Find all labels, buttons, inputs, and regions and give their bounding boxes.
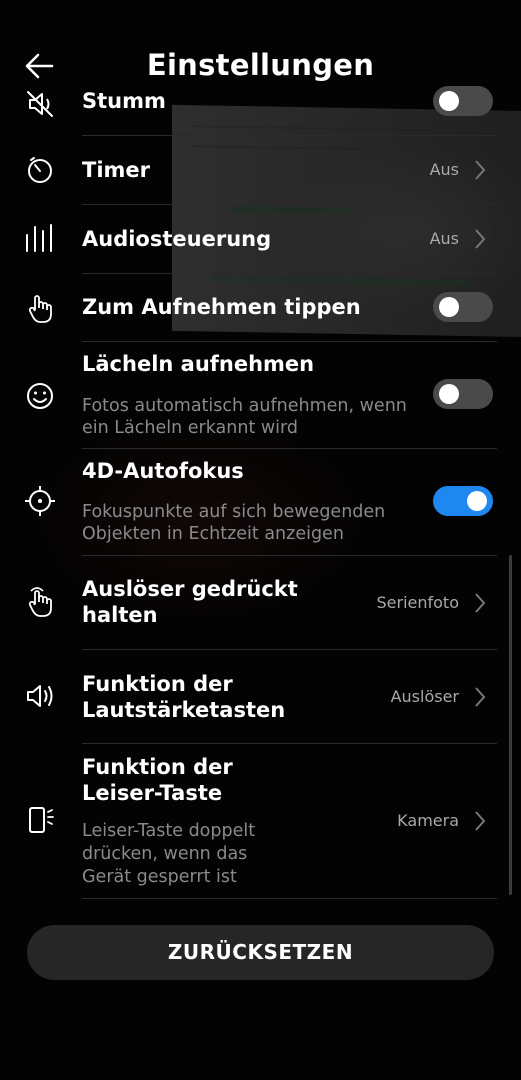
setting-description-line: ein Lächeln erkannt wird	[82, 418, 299, 438]
chevron-right-icon	[475, 687, 486, 707]
toggle-knob	[439, 91, 459, 111]
audio-bars-icon	[26, 224, 52, 252]
setting-label-line: Funktion der	[82, 755, 233, 779]
timer-icon	[28, 157, 52, 183]
setting-label-line: Funktion der	[82, 672, 233, 696]
setting-label: Zum Aufnehmen tippen	[82, 295, 361, 319]
page-title: Einstellungen	[146, 48, 375, 82]
chevron-right-icon	[475, 811, 486, 831]
setting-value: Aus	[429, 160, 459, 179]
setting-row-stumm[interactable]: Stumm	[0, 84, 521, 136]
setting-row-hold-shutter[interactable]: Auslöser gedrückt halten Serienfoto	[0, 556, 521, 649]
stumm-toggle[interactable]	[433, 86, 493, 116]
divider	[82, 898, 497, 899]
setting-row-4d-autofocus[interactable]: 4D-Autofokus Fokuspunkte auf sich bewege…	[0, 449, 521, 555]
setting-label-line: Leiser-Taste	[82, 781, 223, 805]
setting-row-volume-keys[interactable]: Funktion der Lautstärketasten Auslöser	[0, 650, 521, 743]
mute-icon	[27, 91, 53, 117]
toggle-knob	[439, 297, 459, 317]
setting-description-line: Fokuspunkte auf sich bewegenden	[82, 502, 386, 522]
chevron-right-icon	[475, 229, 486, 249]
setting-row-quieter-key[interactable]: Funktion der Leiser-Taste Leiser-Taste d…	[0, 744, 521, 898]
setting-value: Serienfoto	[376, 593, 460, 612]
setting-row-smile-capture[interactable]: Lächeln aufnehmen Fotos automatisch aufn…	[0, 342, 521, 448]
setting-label: Audiosteuerung	[82, 227, 272, 251]
chevron-right-icon	[475, 160, 486, 180]
setting-value: Kamera	[397, 811, 459, 830]
setting-value: Auslöser	[390, 687, 459, 706]
tap-to-capture-toggle[interactable]	[433, 292, 493, 322]
setting-description-line: drücken, wenn das	[82, 844, 248, 864]
setting-value: Aus	[429, 229, 459, 248]
setting-description-line: Fotos automatisch aufnehmen, wenn	[82, 396, 407, 416]
setting-row-timer[interactable]: Timer Aus	[0, 136, 521, 204]
setting-row-audiosteuerung[interactable]: Audiosteuerung Aus	[0, 205, 521, 273]
scrollbar[interactable]	[509, 555, 512, 895]
phone-side-key-icon	[29, 807, 54, 833]
smile-icon	[27, 383, 53, 409]
setting-label-line: halten	[82, 603, 158, 627]
setting-description-line: Objekten in Echtzeit anzeigen	[82, 524, 344, 544]
tap-hand-icon	[28, 295, 52, 323]
chevron-right-icon	[475, 593, 486, 613]
setting-label-line: Auslöser gedrückt	[82, 577, 298, 601]
setting-label: Lächeln aufnehmen	[82, 352, 315, 376]
reset-button[interactable]: ZURÜCKSETZEN	[27, 925, 494, 980]
crosshair-icon	[25, 486, 55, 516]
setting-label: Stumm	[82, 89, 166, 113]
setting-label: 4D-Autofokus	[82, 459, 244, 483]
toggle-knob	[467, 491, 487, 511]
4d-autofocus-toggle[interactable]	[433, 486, 493, 516]
setting-row-tap-to-capture[interactable]: Zum Aufnehmen tippen	[0, 274, 521, 341]
setting-description-line: Leiser-Taste doppelt	[82, 821, 256, 841]
setting-description-line: Gerät gesperrt ist	[82, 867, 237, 887]
setting-label-line: Lautstärketasten	[82, 698, 286, 722]
press-hand-icon	[28, 587, 52, 617]
setting-label: Timer	[82, 158, 151, 182]
toggle-knob	[439, 384, 459, 404]
speaker-icon	[27, 685, 53, 707]
smile-capture-toggle[interactable]	[433, 379, 493, 409]
